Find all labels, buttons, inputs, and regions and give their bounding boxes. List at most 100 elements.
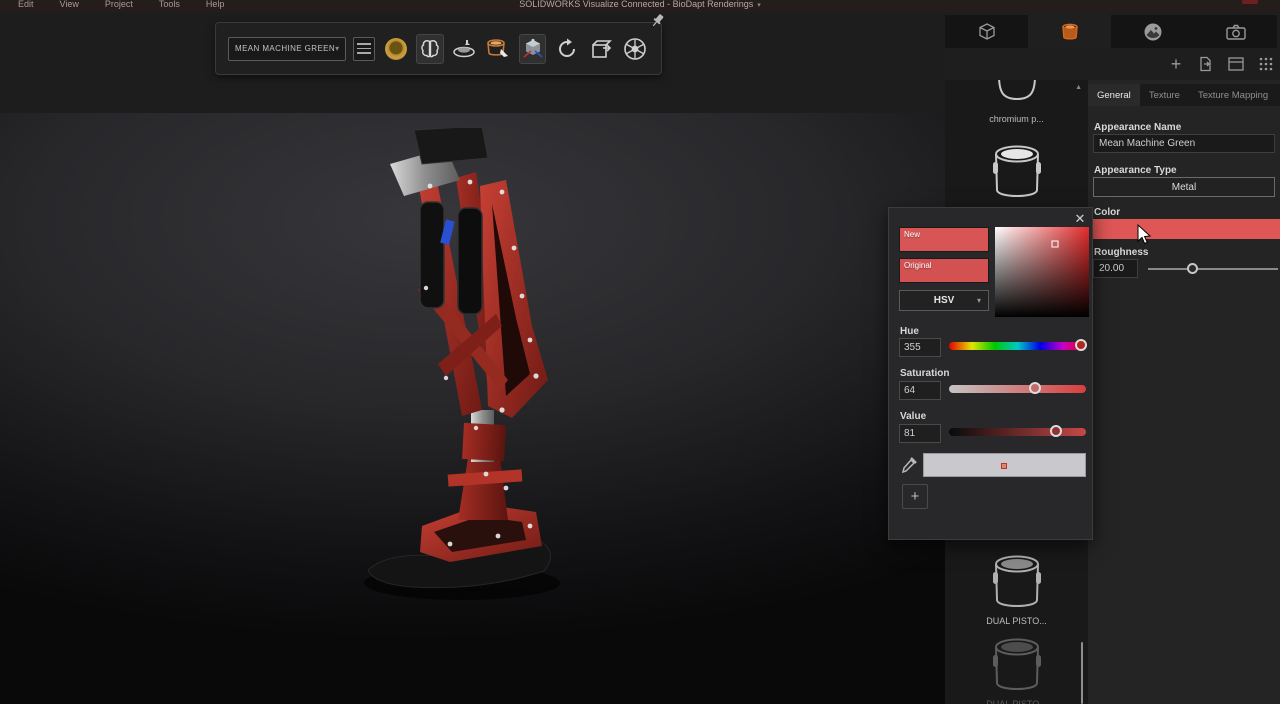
file-export-icon [1198,56,1214,72]
library-item-label: chromium p... [945,114,1088,124]
tab-cameras[interactable] [1194,15,1277,48]
sv-picker-marker[interactable] [1052,241,1059,248]
preset-list-button[interactable] [353,37,375,61]
render-output-button[interactable] [622,34,649,64]
library-item-label: DUAL PISTO... [945,616,1088,626]
color-label: Color [1094,207,1120,218]
menu-bar: Edit View Project Tools Help SOLIDWORKS … [0,0,1280,12]
library-item-chromium[interactable]: chromium p... [945,80,1088,124]
saturation-value-picker[interactable] [995,227,1089,317]
color-swatch[interactable] [1093,219,1280,239]
tab-scenes[interactable] [1111,15,1194,48]
turntable-button[interactable] [451,34,478,64]
recent-colors-strip[interactable] [923,453,1086,477]
chevron-down-icon: ▾ [335,44,339,53]
aperture-icon [622,36,648,62]
paint-can-icon [988,142,1046,204]
saturation-label: Saturation [900,368,949,379]
render-toolbar: MEAN MACHINE GREEN ▾ [215,22,662,75]
paint-can-icon [988,635,1046,697]
hue-label: Hue [900,326,919,337]
appearance-name-input[interactable] [1093,134,1275,153]
hue-slider[interactable] [949,342,1086,350]
eyedropper-icon[interactable] [901,456,918,474]
roughness-slider-knob[interactable] [1187,263,1198,274]
saturation-slider-knob[interactable] [1029,382,1041,394]
brain-icon [419,39,441,59]
cube-axes-icon [521,37,545,61]
hue-slider-knob[interactable] [1075,339,1087,351]
appearance-type-label: Appearance Type [1094,165,1177,176]
tab-texture-mapping[interactable]: Texture Mapping [1189,84,1277,106]
paint-can-icon [990,80,1044,112]
gold-ring-icon [385,38,407,60]
roughness-input[interactable] [1093,259,1138,278]
saturation-input[interactable] [899,381,941,400]
appearance-type-button[interactable]: Metal [1093,177,1275,197]
library-item-dual-piston-1[interactable]: DUAL PISTO... [945,552,1088,626]
app-window: Edit View Project Tools Help SOLIDWORKS … [0,0,1280,704]
render-mode-button[interactable] [382,34,409,64]
paint-can-icon [988,552,1046,614]
library-toolbar: + [1166,52,1280,76]
reset-view-button[interactable] [553,34,580,64]
saturation-slider[interactable] [949,385,1086,393]
new-color-swatch: New [899,227,989,252]
original-color-label: Original [900,259,988,270]
library-item-dual-piston-2[interactable]: DUAL PISTO... [945,635,1088,704]
tab-appearances[interactable] [1028,15,1111,48]
cube-icon [977,22,997,42]
add-appearance-button[interactable]: + [1166,54,1186,74]
library-item-label: DUAL PISTO... [945,699,1088,704]
appearance-preset-dropdown[interactable]: MEAN MACHINE GREEN ▾ [228,37,346,61]
library-item-red-medium[interactable]: red medium... [945,142,1088,216]
grid-dots-icon [1258,56,1274,72]
image-icon [1143,22,1163,42]
appearance-name-label: Appearance Name [1094,122,1181,133]
roughness-label: Roughness [1094,247,1148,258]
palette-tabs [945,15,1280,48]
viewport-3d[interactable] [0,113,945,704]
color-mode-value: HSV [934,295,955,306]
value-slider[interactable] [949,428,1086,436]
library-scrollbar[interactable] [1081,642,1083,704]
grid-view-button[interactable] [1256,54,1276,74]
camera-icon [1225,22,1247,42]
window-control-badge[interactable] [1242,0,1258,4]
prosthetic-leg-model[interactable] [330,128,610,613]
color-mode-dropdown[interactable]: HSV ▾ [899,290,989,311]
split-view-button[interactable] [1226,54,1246,74]
ai-denoiser-button[interactable] [416,34,443,64]
window-title: SOLIDWORKS Visualize Connected - BioDapt… [0,0,1280,9]
apply-appearance-button[interactable] [485,34,512,64]
tab-texture[interactable]: Texture [1140,84,1189,106]
import-appearance-button[interactable] [1196,54,1216,74]
original-color-swatch: Original [899,258,989,283]
appearance-preset-label: MEAN MACHINE GREEN [235,44,335,53]
value-input[interactable] [899,424,941,443]
color-picker-dialog: ✕ New Original HSV ▾ Hue Saturation Valu… [888,207,1093,540]
add-swatch-button[interactable]: + [902,484,928,509]
hue-input[interactable] [899,338,941,357]
appearance-properties: General Texture Texture Mapping Appearan… [1088,80,1280,704]
refresh-icon [555,37,579,61]
paint-bucket-icon [485,37,511,61]
turntable-icon [451,38,477,60]
box-export-icon [589,37,613,61]
object-move-button[interactable] [519,34,546,64]
chevron-down-icon: ▾ [977,296,981,305]
export-model-button[interactable] [588,34,615,64]
split-window-icon [1228,57,1244,71]
recent-color-chip[interactable] [1001,463,1007,469]
paint-bucket-orange-icon [1059,21,1081,43]
value-slider-knob[interactable] [1050,425,1062,437]
tab-models[interactable] [945,15,1028,48]
tab-general[interactable]: General [1088,84,1140,106]
close-icon[interactable]: ✕ [1072,211,1088,227]
properties-tabs: General Texture Texture Mapping [1088,84,1280,106]
value-label: Value [900,411,926,422]
roughness-slider[interactable] [1148,266,1278,272]
pin-icon[interactable] [649,11,667,29]
title-caret-icon: ▾ [757,2,761,9]
new-color-label: New [900,228,988,239]
